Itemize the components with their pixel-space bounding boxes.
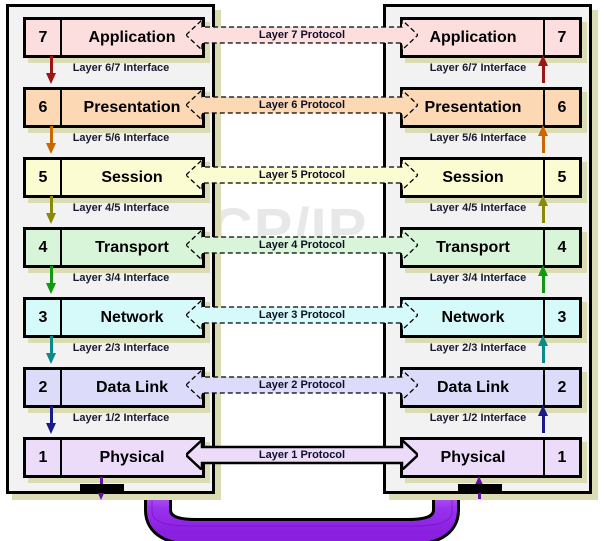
interface-arrow-down-3-2 (46, 336, 57, 364)
layer-box-2: 2 Data Link (23, 367, 205, 408)
layer-name-application: Application (88, 28, 176, 46)
layer-name-transport: Transport (95, 238, 169, 256)
layer-box-3: 3 Network (23, 297, 205, 338)
protocol-arrow-layer-1: Layer 1 Protocol (186, 439, 418, 470)
protocol-arrow-layer-5: Layer 5 Protocol (186, 159, 418, 190)
protocol-label-layer-3: Layer 3 Protocol (258, 308, 346, 321)
layer-box-7: 7 Application (23, 17, 205, 58)
interface-arrow-down-5-4 (46, 196, 57, 224)
layer-number-1: 1 (26, 440, 62, 475)
layer-name-data-link: Data Link (436, 378, 509, 396)
layer-number-7: 7 (26, 20, 62, 55)
layer-box-1: 1 Physical (23, 437, 205, 478)
layer-name-physical: Physical (440, 448, 506, 466)
layer-number-6: 6 (26, 90, 62, 125)
layer-number-4: 4 (26, 230, 62, 265)
layer-name-session: Session (101, 168, 163, 186)
interface-label-right-5-4: Layer 4/5 Interface (429, 201, 527, 214)
layer-number-5: 5 (26, 160, 62, 195)
interface-arrow-up-1-2 (538, 405, 549, 433)
layer-number-3: 3 (26, 300, 62, 335)
protocol-arrow-layer-3: Layer 3 Protocol (186, 299, 418, 330)
layer-name-session: Session (442, 168, 504, 186)
layer-number-2: 2 (543, 370, 579, 405)
protocol-label-layer-5: Layer 5 Protocol (258, 168, 346, 181)
protocol-arrow-layer-7: Layer 7 Protocol (186, 19, 418, 50)
layer-box-6: 6 Presentation (400, 87, 582, 128)
layer-name-data-link: Data Link (95, 378, 168, 396)
layer-box-4: 4 Transport (400, 227, 582, 268)
interface-arrow-down-4-3 (46, 266, 57, 294)
protocol-label-layer-6: Layer 6 Protocol (258, 98, 346, 111)
interface-arrow-down-7-6 (46, 56, 57, 84)
protocol-label-layer-2: Layer 2 Protocol (258, 378, 346, 391)
layer-number-4: 4 (543, 230, 579, 265)
protocol-label-layer-4: Layer 4 Protocol (258, 238, 346, 251)
layer-name-transport: Transport (436, 238, 510, 256)
interface-label-right-2-1: Layer 1/2 Interface (429, 411, 527, 424)
osi-model-diagram: The TCP/IP Guide 7 Application 6 Presentati… (0, 0, 604, 541)
layer-box-2: 2 Data Link (400, 367, 582, 408)
interface-label-right-7-6: Layer 6/7 Interface (429, 61, 527, 74)
layer-name-presentation: Presentation (83, 98, 181, 116)
cable-connector-right (458, 484, 502, 493)
interface-arrow-up-4-5 (538, 195, 549, 223)
layer-box-1: 1 Physical (400, 437, 582, 478)
protocol-label-layer-7: Layer 7 Protocol (258, 28, 346, 41)
interface-label-right-6-5: Layer 5/6 Interface (429, 131, 527, 144)
cable-connector-left (80, 484, 124, 493)
interface-label-right-3-2: Layer 2/3 Interface (429, 341, 527, 354)
layer-name-physical: Physical (99, 448, 165, 466)
layer-box-7: 7 Application (400, 17, 582, 58)
protocol-arrow-layer-6: Layer 6 Protocol (186, 89, 418, 120)
protocol-arrow-layer-4: Layer 4 Protocol (186, 229, 418, 260)
layer-name-network: Network (100, 308, 164, 326)
layer-box-5: 5 Session (23, 157, 205, 198)
layer-number-3: 3 (543, 300, 579, 335)
interface-arrow-down-2-1 (46, 406, 57, 434)
layer-box-5: 5 Session (400, 157, 582, 198)
protocol-arrow-layer-2: Layer 2 Protocol (186, 369, 418, 400)
layer-number-1: 1 (543, 440, 579, 475)
layer-number-2: 2 (26, 370, 62, 405)
interface-arrow-up-3-4 (538, 265, 549, 293)
layer-name-presentation: Presentation (424, 98, 522, 116)
layer-name-network: Network (441, 308, 505, 326)
layer-number-5: 5 (543, 160, 579, 195)
interface-arrow-down-6-5 (46, 126, 57, 154)
protocol-label-layer-1: Layer 1 Protocol (258, 448, 346, 461)
layer-box-3: 3 Network (400, 297, 582, 338)
layer-box-4: 4 Transport (23, 227, 205, 268)
interface-label-right-4-3: Layer 3/4 Interface (429, 271, 527, 284)
layer-name-application: Application (429, 28, 517, 46)
layer-box-6: 6 Presentation (23, 87, 205, 128)
layer-number-7: 7 (543, 20, 579, 55)
interface-arrow-up-2-3 (538, 335, 549, 363)
interface-arrow-up-5-6 (538, 125, 549, 153)
interface-arrow-up-6-7 (538, 55, 549, 83)
layer-number-6: 6 (543, 90, 579, 125)
